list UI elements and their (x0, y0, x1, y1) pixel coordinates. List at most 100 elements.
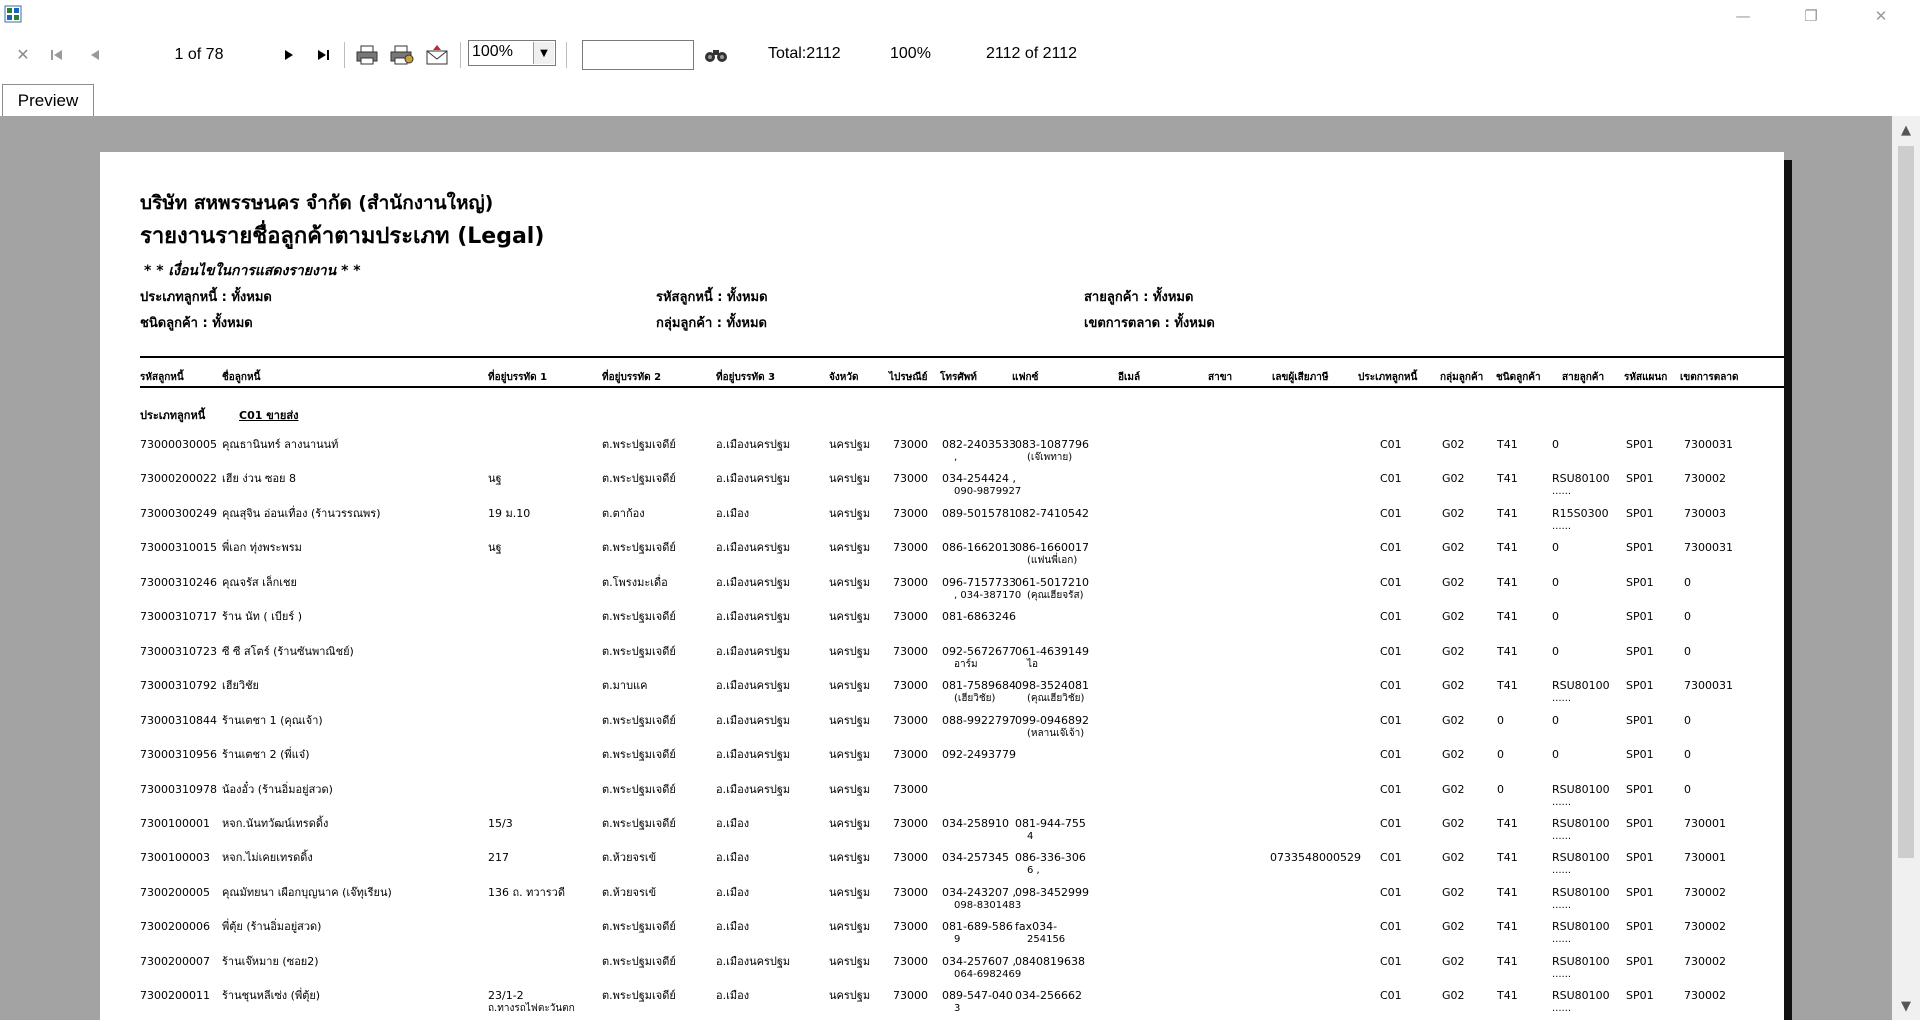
cell-dept: SP01 (1626, 679, 1654, 693)
cell-line: RSU80100 (1552, 989, 1610, 1003)
tab-preview[interactable]: Preview (2, 84, 94, 117)
cell-name: ร้านเตชา 1 (คุณเจ้า) (222, 713, 323, 727)
cell-code: 7300100003 (140, 851, 210, 865)
cell-code: 73000030005 (140, 438, 217, 451)
cell-addr3: อ.เมือง (716, 851, 750, 865)
cell-dept: SP01 (1626, 816, 1654, 830)
cell-province: นครปฐม (829, 575, 871, 589)
cell-dept: SP01 (1626, 851, 1654, 865)
cell-line2: ...... (1552, 934, 1572, 946)
cell-zip: 73000 (893, 989, 928, 1003)
cell-addr2: ต.พระปฐมเจดีย์ (602, 610, 676, 624)
cell-name: คุณสุจิน อ่อนเทื่อง (ร้านวรรณพร) (222, 506, 381, 520)
filter-debtor-type: ประเภทลูกหนี้ : ทั้งหมด (140, 290, 272, 305)
search-input[interactable] (582, 40, 697, 71)
cell-province: นครปฐม (829, 816, 871, 830)
cell-line: 0 (1552, 541, 1559, 555)
scroll-down-icon[interactable]: ▼ (1892, 992, 1920, 1020)
cell-addr1b: ถ.ทางรถไฟตะวันตก (488, 1003, 575, 1015)
cell-zone: 0 (1684, 575, 1691, 589)
cell-code: 7300200006 (140, 920, 210, 934)
cell-line2: ...... (1552, 968, 1572, 980)
search-icon[interactable] (702, 43, 730, 67)
col-addr3: ที่อยู่บรรทัด 3 (716, 372, 776, 383)
zoom-select[interactable]: 100% ▼ (468, 40, 556, 66)
cell-phone: 034-257607 , (942, 954, 1016, 968)
cell-zip: 73000 (893, 885, 928, 899)
cell-province: นครปฐม (829, 954, 871, 968)
cell-name: ร้านเตชา 2 (พี่แจ๋) (222, 748, 310, 762)
cell-addr3: อ.เมืองนครปฐม (716, 472, 791, 486)
restore-button[interactable]: ❐ (1788, 0, 1834, 32)
first-page-icon[interactable] (46, 43, 68, 67)
cell-zone: 0 (1684, 644, 1691, 658)
printer-setup-icon[interactable] (388, 43, 416, 67)
cell-zone: 730003 (1684, 506, 1726, 520)
col-branch: สาขา (1208, 372, 1233, 383)
cell-code: 73000200022 (140, 472, 217, 486)
cell-addr3: อ.เมืองนครปฐม (716, 644, 791, 658)
col-customer-line: สายลูกค้า (1562, 372, 1605, 383)
cell-zip: 73000 (893, 438, 928, 451)
print-icon[interactable] (354, 43, 380, 67)
app-icon (4, 5, 22, 23)
cell-kind: T41 (1497, 989, 1518, 1003)
previous-page-icon[interactable] (84, 43, 106, 67)
cell-dept: SP01 (1626, 920, 1654, 934)
cell-phone2: 9 (954, 934, 961, 946)
separator (344, 42, 345, 68)
search-text-field[interactable] (583, 41, 697, 71)
close-window-button[interactable]: ✕ (1858, 0, 1904, 32)
cell-addr2: ต.มาบแค (602, 679, 648, 693)
vertical-scrollbar[interactable]: ▲ ▼ (1892, 116, 1920, 1020)
close-report-icon[interactable]: ✕ (12, 43, 34, 67)
col-addr1: ที่อยู่บรรทัด 1 (488, 372, 548, 383)
cell-zip: 73000 (893, 920, 928, 934)
export-icon[interactable] (424, 43, 450, 67)
cell-zip: 73000 (893, 506, 928, 520)
cell-phone: 088-9922797 (942, 713, 1016, 727)
cell-type: C01 (1380, 438, 1402, 451)
records-label: 2112 of 2112 (986, 45, 1078, 62)
table-row: 73000310792 เฮียวิชัย ต.มาบแค อ.เมืองนครปฐม… (100, 679, 1784, 713)
cell-kind: T41 (1497, 506, 1518, 520)
cell-zone: 730002 (1684, 954, 1726, 968)
last-page-icon[interactable] (312, 43, 334, 67)
cell-group: G02 (1442, 679, 1465, 693)
cell-province: นครปฐม (829, 713, 871, 727)
cell-addr2: ต.พระปฐมเจดีย์ (602, 748, 676, 762)
cell-fax: fax034- (1015, 920, 1058, 934)
cell-fax: 083-1087796 (1015, 438, 1089, 451)
cell-addr2: ต.โพรงมะเดื่อ (602, 575, 668, 589)
cell-phone: 092-2493779 (942, 748, 1016, 762)
chevron-down-icon[interactable]: ▼ (533, 42, 554, 64)
condition-title: * * เงื่อนไขในการแสดงรายงาน * * (144, 263, 361, 279)
cell-addr3: อ.เมือง (716, 885, 750, 899)
cell-zip: 73000 (893, 541, 928, 555)
cell-group: G02 (1442, 713, 1465, 727)
cell-addr2: ต.ตาก้อง (602, 506, 645, 520)
cell-kind: T41 (1497, 610, 1518, 624)
cell-fax: 0840819638 (1015, 954, 1085, 968)
minimize-button[interactable]: — (1720, 0, 1766, 32)
scroll-up-icon[interactable]: ▲ (1892, 116, 1920, 144)
cell-line2: ...... (1552, 693, 1572, 705)
cell-addr2: ต.ห้วยจรเข้ (602, 885, 657, 899)
cell-zone: 730002 (1684, 989, 1726, 1003)
cell-phone: 034-257345 (942, 851, 1009, 865)
next-page-icon[interactable] (278, 43, 300, 67)
cell-dept: SP01 (1626, 472, 1654, 486)
cell-code: 7300200011 (140, 989, 210, 1003)
cell-fax2: (เจ๊เพทาย) (1027, 452, 1073, 463)
table-row: 7300100003 หจก.ไม่เคยเทรดดิ้ง 217 ต.ห้วยจรเ… (100, 851, 1784, 885)
cell-phone: 081-6863246 (942, 610, 1016, 624)
cell-line: RSU80100 (1552, 472, 1610, 486)
cell-fax: 086-1660017 (1015, 541, 1089, 555)
scrollbar-thumb[interactable] (1898, 146, 1914, 858)
cell-zone: 730002 (1684, 472, 1726, 486)
cell-group: G02 (1442, 851, 1465, 865)
cell-phone2: , (954, 452, 958, 463)
cell-fax: 061-4639149 (1015, 644, 1089, 658)
report-viewer[interactable]: บริษัท สหพรรษนคร จำกัด (สำนักงานใหญ่) รา… (0, 116, 1892, 1020)
toolbar: ✕ 1 of 78 (0, 32, 1920, 78)
